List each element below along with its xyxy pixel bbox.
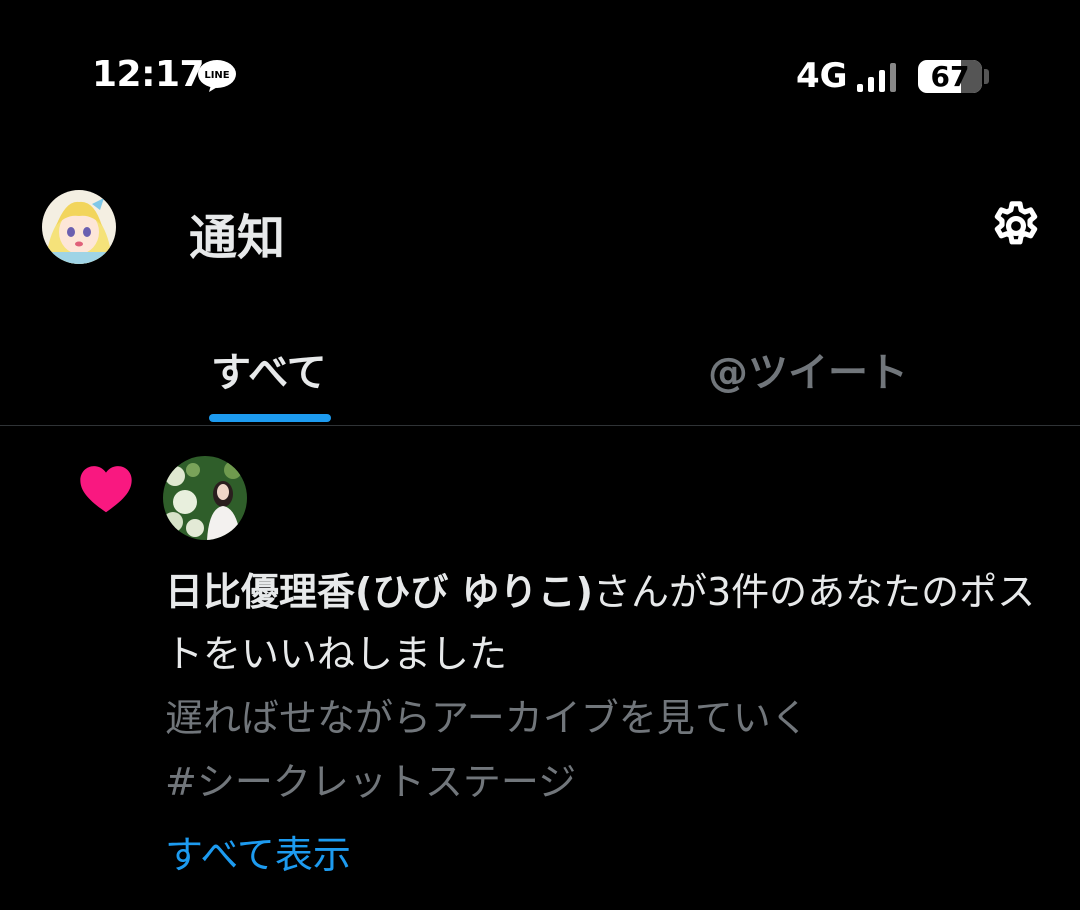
line-app-icon: LINE: [198, 60, 236, 92]
page-header: 通知: [0, 150, 1080, 310]
battery-icon: 67: [918, 60, 982, 93]
battery-tip: [984, 69, 989, 84]
show-all-link[interactable]: すべて表示: [165, 824, 351, 879]
avatar[interactable]: [42, 190, 116, 264]
tab-all-label: すべて: [211, 350, 327, 396]
status-bar: 12:17 LINE 4G 67: [0, 0, 1080, 150]
actor-name[interactable]: 日比優理香(ひび ゆりこ): [165, 570, 593, 614]
actor-avatar-photo: [163, 456, 247, 540]
battery-level: 67: [930, 60, 970, 93]
tab-selected-indicator: [209, 414, 331, 422]
actor-avatar[interactable]: [163, 456, 247, 540]
tab-mentions[interactable]: @ツイート: [540, 320, 1080, 425]
post-preview[interactable]: 遅ればせながらアーカイブを見ていく #シークレットステージ: [165, 686, 1045, 814]
signal-strength-icon: [857, 63, 896, 92]
heart-icon: [80, 466, 132, 513]
page-title: 通知: [189, 210, 286, 266]
network-type: 4G: [796, 56, 848, 96]
tab-mentions-label: @ツイート: [708, 350, 908, 396]
avatar-illustration: [42, 190, 116, 264]
notification-tabs: すべて @ツイート: [0, 320, 1080, 426]
notification-text: 日比優理香(ひび ゆりこ)さんが3件のあなたのポストをいいねしました: [165, 561, 1045, 685]
status-time: 12:17: [92, 54, 205, 95]
tab-all[interactable]: すべて: [0, 320, 540, 425]
notification-item[interactable]: 日比優理香(ひび ゆりこ)さんが3件のあなたのポストをいいねしました 遅ればせな…: [0, 426, 1080, 910]
line-badge-text: LINE: [204, 70, 229, 81]
gear-icon[interactable]: [988, 198, 1044, 254]
